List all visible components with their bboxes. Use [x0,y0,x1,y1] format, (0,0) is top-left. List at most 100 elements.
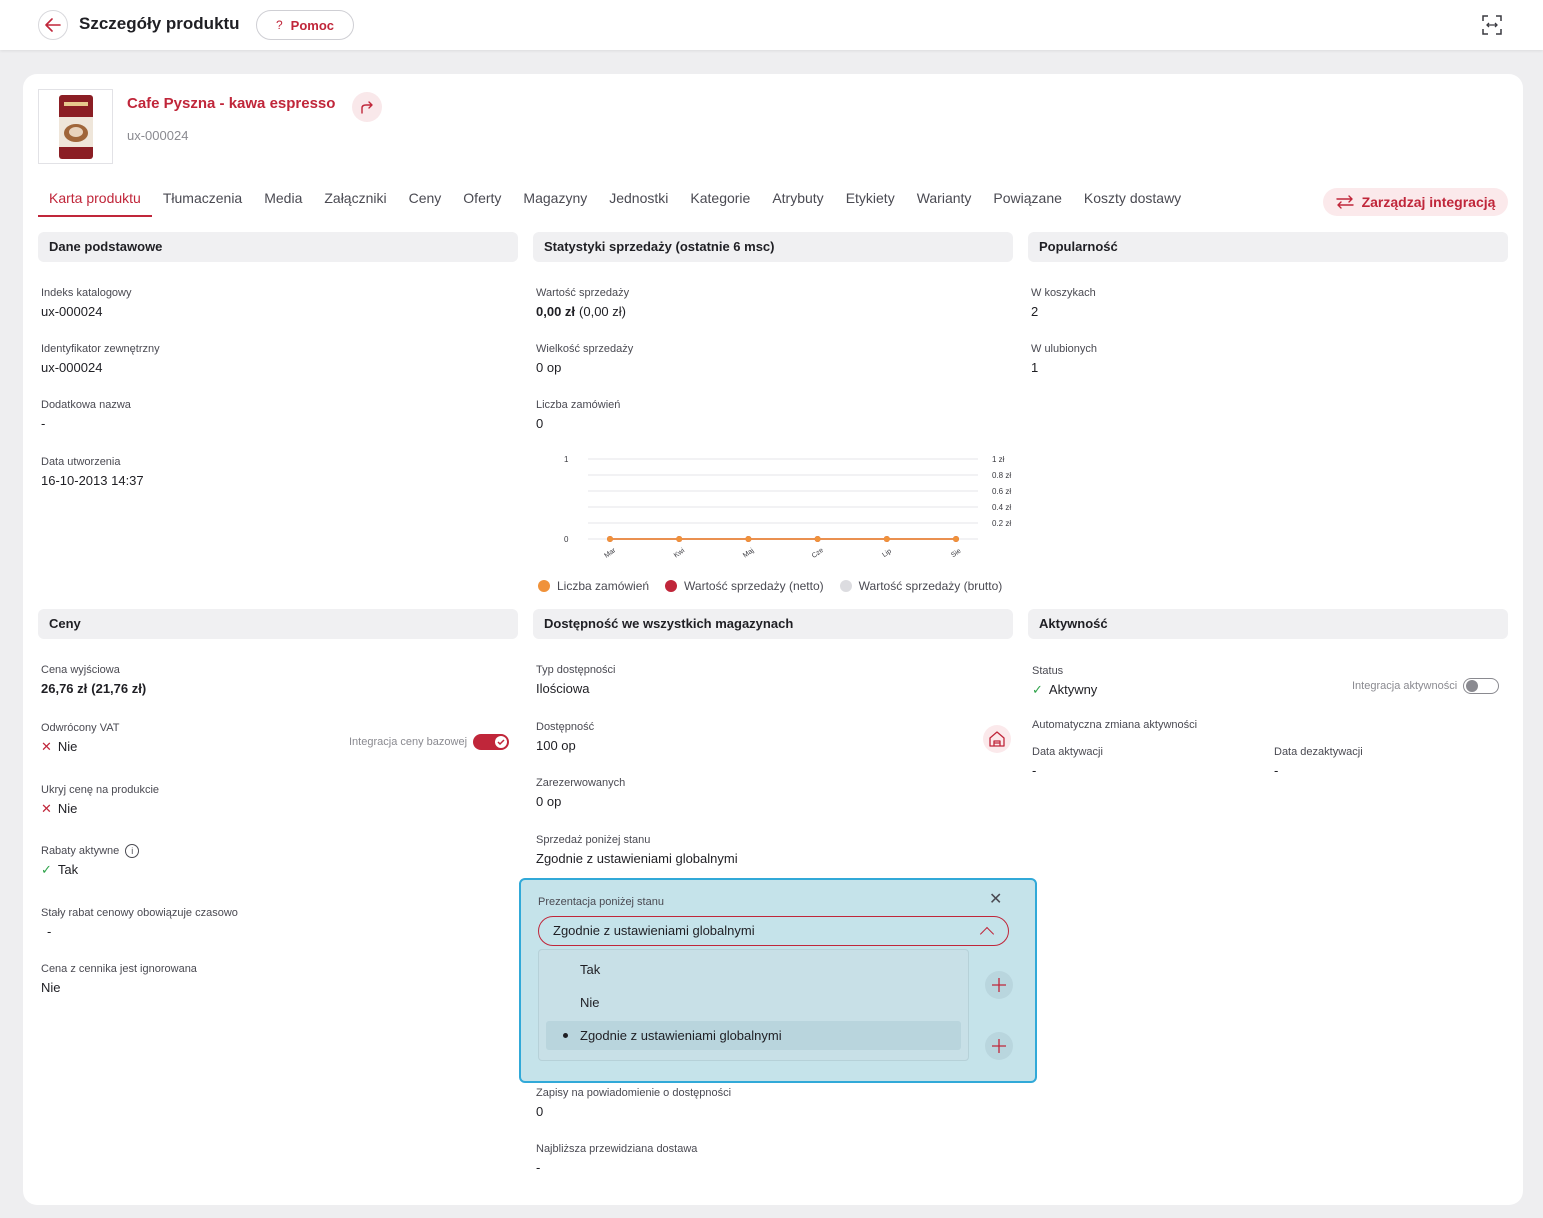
section-availability-header: Dostępność we wszystkich magazynach [533,609,1013,639]
field-label: Status [1032,665,1064,677]
page-title: Szczegóły produktu [79,14,240,33]
swap-arrows-icon [1335,195,1354,209]
warehouse-button[interactable] [983,725,1011,753]
help-button[interactable]: ? Pomoc [256,10,354,40]
fullscreen-icon[interactable] [1482,15,1502,35]
series-point-0 [814,536,821,542]
activity-integration-toggle[interactable] [1463,678,1500,694]
option-nie[interactable]: Nie [546,988,961,1017]
field-reverse-vat: Odwrócony VAT ✕ Nie [41,721,119,756]
sales-value-extra: (0,00 zł) [579,304,626,319]
tab-etykiety[interactable]: Etykiety [835,186,906,217]
field-label: Data dezaktywacji [1274,746,1363,758]
field-sales-value: Wartość sprzedaży 0,00 zł (0,00 zł) [536,286,629,321]
section-sales-header: Statystyki sprzedaży (ostatnie 6 msc) [533,232,1013,262]
field-label: Odwrócony VAT [41,722,120,734]
toggle-label: Integracja ceny bazowej [349,736,468,748]
base-price-extra: (21,76 zł) [91,681,147,696]
tab-warianty[interactable]: Warianty [906,186,983,217]
field-sales-volume: Wielkość sprzedaży 0 op [536,342,633,377]
status-value: Aktywny [1048,682,1098,697]
field-extra-name: Dodatkowa nazwa - [41,398,131,433]
x-axis-tick-label: Cze [811,547,825,560]
check-icon: ✓ [41,862,52,877]
series-point-0 [676,536,683,542]
field-value: - [41,416,46,431]
field-label: Rabaty aktywne i [41,844,140,858]
section-prices-header: Ceny [38,609,518,639]
section-activity-header: Aktywność [1028,609,1508,639]
field-external-id: Identyfikator zewnętrzny ux-000024 [41,342,160,377]
option-global-settings[interactable]: Zgodnie z ustawieniami globalnymi [546,1021,961,1050]
tab-media[interactable]: Media [253,186,313,217]
manage-integration-label: Zarządzaj integracją [1361,194,1496,210]
field-fixed-discount: Stały rabat cenowy obowiązuje czasowo - [41,906,238,941]
field-value: 26,76 zł (21,76 zł) [41,680,146,698]
tab-powiazane[interactable]: Powiązane [982,186,1073,217]
field-orders: Liczba zamówień 0 [536,398,620,433]
field-value: 2 [1031,304,1039,319]
tab-tlumaczenia[interactable]: Tłumaczenia [152,186,253,217]
presentation-below-stock-editor: Prezentacja poniżej stanu ✕ Zgodnie z us… [519,878,1037,1083]
add-button[interactable] [985,971,1013,999]
legend-label: Wartość sprzedaży (brutto) [858,579,1003,593]
field-label: Identyfikator zewnętrzny [41,343,160,355]
info-icon[interactable]: i [125,844,140,858]
tab-jednostki[interactable]: Jednostki [598,186,679,217]
plus-icon [992,978,1006,992]
left-axis-tick-label: 0 [564,535,569,544]
right-axis-tick-label: 0.6 zł [992,487,1011,496]
base-price-integration-toggle[interactable] [473,734,510,750]
editor-label: Prezentacja poniżej stanu [538,896,664,908]
sales-value-main: 0,00 zł [536,304,576,319]
manage-integration-button[interactable]: Zarządzaj integracją [1323,188,1508,216]
legend-item-net[interactable]: Wartość sprzedaży (netto) [665,579,824,593]
product-sku: ux-000024 [127,128,189,143]
field-value: 16-10-2013 14:37 [41,473,144,488]
tab-kategorie[interactable]: Kategorie [679,186,761,217]
field-sale-below-stock: Sprzedaż poniżej stanu Zgodnie z ustawie… [536,833,738,868]
series-point-0 [953,536,959,542]
field-label: Wielkość sprzedaży [536,343,634,355]
activity-integration: Integracja aktywności [1352,678,1500,694]
tab-karta-produktu[interactable]: Karta produktu [38,186,152,217]
field-value: - [1032,763,1037,778]
presentation-select[interactable]: Zgodnie z ustawieniami globalnymi [538,916,1009,946]
product-thumbnail[interactable] [38,89,113,164]
product-name[interactable]: Cafe Pyszna - kawa espresso [127,95,335,112]
field-label: Cena wyjściowa [41,664,120,676]
field-value: Zgodnie z ustawieniami globalnymi [536,851,738,866]
coffee-package-image [58,94,93,159]
legend-item-orders[interactable]: Liczba zamówień [538,579,649,593]
tab-atrybuty[interactable]: Atrybuty [761,186,834,217]
field-value: - [1274,763,1279,778]
field-value: 0 [536,1104,544,1119]
tab-zalaczniki[interactable]: Załączniki [313,186,397,217]
add-button[interactable] [985,1032,1013,1060]
x-axis-tick-label: Maj [742,547,756,559]
tab-koszty-dostawy[interactable]: Koszty dostawy [1073,186,1192,217]
series-point-0 [607,536,613,542]
close-icon[interactable]: ✕ [989,889,1002,909]
share-button[interactable] [352,92,382,122]
field-value: Nie [41,980,61,995]
base-price-integration: Integracja ceny bazowej [349,734,510,750]
field-discounts: Rabaty aktywne i ✓ Tak [41,844,140,879]
field-label: Automatyczna zmiana aktywności [1032,719,1198,731]
option-tak[interactable]: Tak [546,955,961,984]
legend-item-gross[interactable]: Wartość sprzedaży (brutto) [839,579,1003,593]
back-button[interactable] [38,10,68,40]
field-auto-activity: Automatyczna zmiana aktywności [1032,718,1197,732]
tab-oferty[interactable]: Oferty [452,186,512,217]
x-axis-tick-label: Kwi [673,547,687,559]
field-label: Dostępność [536,721,595,733]
toggle-knob [495,736,508,748]
field-value: ux-000024 [41,360,103,375]
tab-magazyny[interactable]: Magazyny [512,186,598,217]
field-label: Cena z cennika jest ignorowana [41,963,197,975]
tab-ceny[interactable]: Ceny [398,186,453,217]
field-label: Typ dostępności [536,664,616,676]
reverse-vat-value: Nie [57,739,78,754]
field-label: Sprzedaż poniżej stanu [536,834,651,846]
field-value: ✓ Tak [41,861,139,879]
